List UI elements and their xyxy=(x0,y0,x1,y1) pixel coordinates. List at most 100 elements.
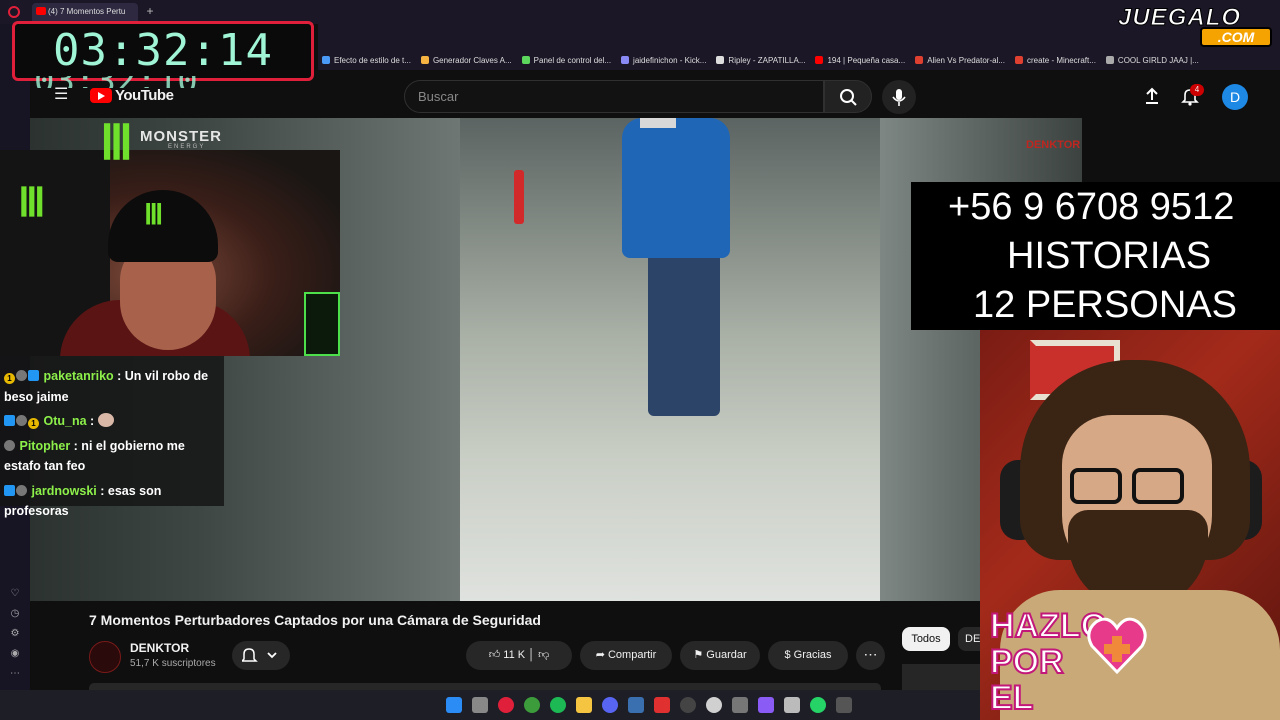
upload-icon xyxy=(1146,87,1158,104)
bookmark-favicon-icon xyxy=(420,56,429,64)
bookmark-label: Alien Vs Predator-al... xyxy=(927,55,1005,65)
chip-all[interactable]: Todos xyxy=(902,627,950,651)
chat-username: jardnowski xyxy=(31,483,97,498)
steam-icon[interactable] xyxy=(628,697,644,713)
history-icon[interactable]: ◷ xyxy=(9,608,21,620)
webcam-feed: Ⅲ Ⅲ xyxy=(0,150,340,356)
chat-message: Pitopher : ni el gobierno me estafo tan … xyxy=(4,436,220,477)
app-icon-light[interactable] xyxy=(706,697,722,713)
youtube-favicon-icon xyxy=(36,7,46,15)
chat-message: Otu_na : xyxy=(4,411,220,432)
badge-icon xyxy=(16,370,27,381)
chat-text: : xyxy=(90,414,95,428)
share-icon: ➦ xyxy=(595,649,608,661)
app-icon-red[interactable] xyxy=(654,697,670,713)
related-video-thumbnail[interactable] xyxy=(902,664,982,690)
notification-badge: 4 xyxy=(1190,84,1204,96)
windows-start-icon[interactable] xyxy=(446,697,462,713)
search-input[interactable]: Buscar xyxy=(404,80,824,113)
bookmark-label: Efecto de estilo de t... xyxy=(334,55,411,65)
badge-icon xyxy=(4,373,15,384)
microphone-icon xyxy=(892,89,906,106)
like-count: 11 K xyxy=(503,649,526,661)
monster-subword: ENERGY xyxy=(168,144,206,150)
bookmark-label: Ripley - ZAPATILLA... xyxy=(728,55,806,65)
menu-icon[interactable]: ☰ xyxy=(54,86,72,104)
youtube-wordmark[interactable]: YouTube xyxy=(115,87,174,104)
subscription-bell-button[interactable] xyxy=(232,641,290,670)
whatsapp-icon[interactable] xyxy=(810,697,826,713)
bookmark-item[interactable]: COOL GIRLD JAAJ |... xyxy=(1105,55,1199,65)
monster-claw-icon: Ⅲ xyxy=(18,181,46,225)
share-button[interactable]: ➦ Compartir xyxy=(580,641,672,670)
bookmark-label: jaidefinichon - Kick... xyxy=(633,55,707,65)
bookmark-item[interactable]: Ripley - ZAPATILLA... xyxy=(716,56,805,65)
bookmark-item[interactable]: Generador Claves A... xyxy=(420,56,512,65)
stream-timer-shadow: 03:32:10 xyxy=(34,76,294,88)
thanks-button[interactable]: $ Gracias xyxy=(768,641,848,670)
opera-logo-icon[interactable] xyxy=(8,6,20,18)
task-view-icon[interactable] xyxy=(472,697,488,713)
chat-message: paketanriko : Un vil robo de beso jaime xyxy=(4,366,220,407)
search-button[interactable] xyxy=(824,80,872,113)
channel-name[interactable]: DENKTOR xyxy=(130,641,189,655)
bookmark-item[interactable]: Alien Vs Predator-al... xyxy=(915,56,1005,65)
settings-taskbar-icon[interactable] xyxy=(732,697,748,713)
discord-icon[interactable] xyxy=(602,697,618,713)
badge-icon xyxy=(4,439,15,451)
save-button[interactable]: ⚑ Guardar xyxy=(680,641,760,670)
hazlo-line: EL xyxy=(989,679,1034,717)
channel-watermark-logo: DENKTOR xyxy=(1026,139,1081,151)
subscriber-count: 51,7 K suscriptores xyxy=(130,658,216,669)
more-actions-button[interactable]: ⋯ xyxy=(856,641,885,670)
bookmark-label: 194 | Pequeña casa... xyxy=(827,55,906,65)
like-button[interactable]: 👍︎ 11 K │ 👎︎ xyxy=(466,641,572,670)
bookmark-favicon-icon xyxy=(716,56,725,64)
voice-search-button[interactable] xyxy=(882,80,916,114)
bookmark-label: create - Minecraft... xyxy=(1027,55,1096,65)
bookmark-item[interactable]: create - Minecraft... xyxy=(1015,56,1096,65)
description-box[interactable] xyxy=(89,683,881,690)
chat-username: Otu_na xyxy=(43,414,87,428)
thanks-label: Gracias xyxy=(793,649,832,661)
bookmark-item[interactable]: 194 | Pequeña casa... xyxy=(815,56,905,65)
bookmark-icon: ⚑ xyxy=(693,649,707,661)
notepad-icon[interactable] xyxy=(784,697,800,713)
app-icon-gray[interactable] xyxy=(836,697,852,713)
bookmark-item[interactable]: Efecto de estilo de t... xyxy=(322,56,411,65)
glasses-icon xyxy=(1070,468,1122,504)
heart-icon[interactable]: ♡ xyxy=(9,588,21,600)
glasses-icon xyxy=(1132,468,1184,504)
chip-next[interactable]: DE xyxy=(958,627,982,651)
new-tab-button[interactable]: + xyxy=(144,4,156,18)
video-frame-person xyxy=(622,118,730,258)
settings-icon[interactable]: ⚙ xyxy=(9,628,21,640)
bookmark-item[interactable]: jaidefinichon - Kick... xyxy=(621,56,706,65)
chat-username: paketanriko xyxy=(43,369,114,383)
bookmark-favicon-icon xyxy=(1105,56,1114,64)
badge-icon xyxy=(28,418,39,429)
info-people: 12 PERSONAS xyxy=(973,284,1237,326)
browser-tab[interactable]: (4) 7 Momentos Pertu xyxy=(32,3,138,21)
video-frame-person-head xyxy=(640,118,676,128)
info-stories: HISTORIAS xyxy=(1007,235,1212,277)
app-icon-dark[interactable] xyxy=(680,697,696,713)
app-icon-purple[interactable] xyxy=(758,697,774,713)
xbox-icon[interactable] xyxy=(524,697,540,713)
upload-button[interactable] xyxy=(1142,86,1162,106)
badge-icon xyxy=(4,415,15,426)
file-explorer-icon[interactable] xyxy=(576,697,592,713)
channel-avatar[interactable] xyxy=(89,641,121,673)
youtube-logo-icon[interactable] xyxy=(90,88,112,103)
more-icon[interactable]: ⋯ xyxy=(9,668,21,680)
heart-icon xyxy=(1084,612,1150,678)
badge-icon xyxy=(28,370,39,381)
spotify-icon[interactable] xyxy=(550,697,566,713)
chat-message: jardnowski : esas son profesoras xyxy=(4,481,220,522)
bookmark-label: COOL GIRLD JAAJ |... xyxy=(1117,55,1199,65)
location-icon[interactable]: ◉ xyxy=(9,648,21,660)
opera-taskbar-icon[interactable] xyxy=(498,697,514,713)
bookmark-item[interactable]: Panel de control del... xyxy=(521,56,611,65)
badge-icon xyxy=(4,484,15,496)
avatar[interactable]: D xyxy=(1222,84,1248,110)
